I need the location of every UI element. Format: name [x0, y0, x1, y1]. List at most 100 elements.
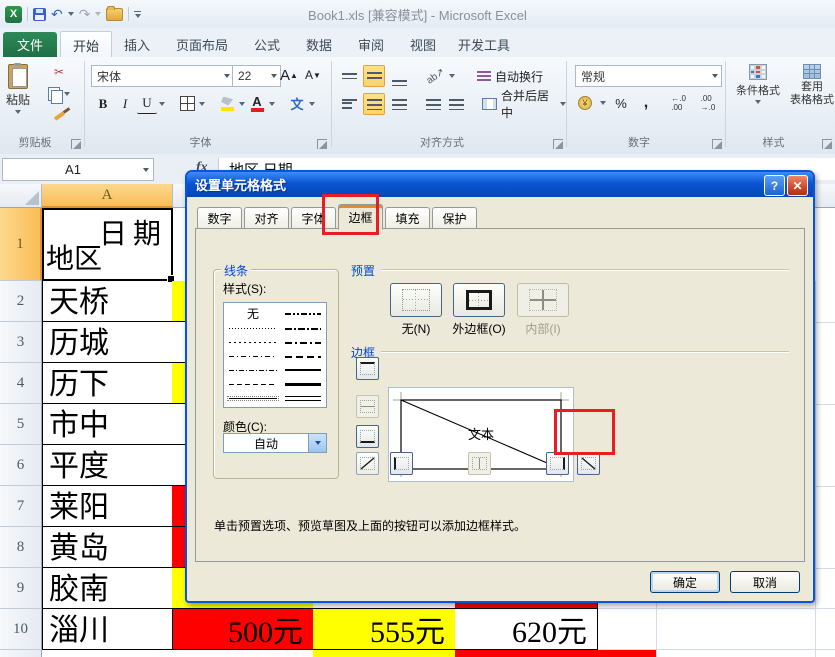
- row-header-6[interactable]: 6: [0, 445, 42, 486]
- dialog-tab-protection[interactable]: 保护: [432, 207, 477, 229]
- column-header-right[interactable]: [815, 184, 835, 208]
- ok-button[interactable]: 确定: [650, 571, 720, 593]
- dialog-close-button[interactable]: ✕: [787, 175, 808, 196]
- border-inner-horizontal-button[interactable]: [356, 395, 379, 418]
- row-header-4[interactable]: 4: [0, 363, 42, 404]
- border-diagonal-up-button[interactable]: [356, 452, 379, 475]
- phonetic-dropdown-icon[interactable]: [309, 102, 315, 106]
- line-style-fine-dotted[interactable]: [229, 322, 277, 336]
- increase-indent-button[interactable]: [447, 94, 467, 114]
- line-style-listbox[interactable]: 无: [223, 302, 327, 408]
- cell-a4[interactable]: 历下: [42, 363, 173, 404]
- line-style-dash-dot-dot-medium[interactable]: [285, 305, 321, 322]
- font-size-combo[interactable]: 22: [232, 65, 281, 87]
- cut-button[interactable]: ✂: [48, 63, 70, 81]
- cell-a1-selected[interactable]: 日期 地区: [42, 208, 173, 281]
- fill-color-button[interactable]: [217, 94, 237, 114]
- combo-arrow-icon[interactable]: [308, 434, 326, 452]
- comma-style-button[interactable]: ,: [636, 93, 656, 113]
- format-as-table-button[interactable]: 套用表格格式: [782, 60, 835, 111]
- line-style-double[interactable]: [285, 391, 321, 405]
- name-box[interactable]: A1: [2, 158, 154, 181]
- increase-decimal-button[interactable]: ←.0 .00: [671, 93, 695, 113]
- align-bottom-button[interactable]: [388, 65, 410, 87]
- line-style-solid-medium[interactable]: [285, 363, 321, 377]
- align-left-button[interactable]: [338, 93, 360, 115]
- bold-button[interactable]: B: [93, 94, 113, 114]
- decrease-decimal-button[interactable]: .00 →.0: [701, 93, 725, 113]
- ribbon-tab-insert[interactable]: 插入: [112, 31, 162, 57]
- line-style-dash-dot[interactable]: [229, 363, 277, 377]
- grow-font-button[interactable]: A▲: [279, 65, 299, 85]
- line-style-dash-dot-medium[interactable]: [285, 336, 321, 350]
- border-inner-vertical-button[interactable]: [468, 452, 491, 475]
- cell-a6[interactable]: 平度: [42, 445, 173, 486]
- dialog-tab-alignment[interactable]: 对齐: [244, 207, 289, 229]
- merge-center-button[interactable]: 合并后居中: [482, 94, 557, 114]
- underline-button[interactable]: U: [137, 93, 157, 114]
- font-color-dropdown-icon[interactable]: [269, 102, 275, 106]
- cell-a2[interactable]: 天桥: [42, 281, 173, 322]
- cell-c11[interactable]: [313, 650, 456, 657]
- row-header-1[interactable]: 1: [0, 208, 42, 281]
- borders-dropdown-icon[interactable]: [199, 102, 205, 106]
- row-header-8[interactable]: 8: [0, 527, 42, 568]
- border-top-button[interactable]: [356, 357, 379, 380]
- ribbon-tab-formulas[interactable]: 公式: [242, 31, 292, 57]
- ribbon-tab-view[interactable]: 视图: [398, 31, 448, 57]
- cell-a8[interactable]: 黄岛: [42, 527, 173, 568]
- cancel-button[interactable]: 取消: [730, 571, 800, 593]
- preset-inside-button[interactable]: [517, 283, 569, 317]
- row-header-2[interactable]: 2: [0, 281, 42, 322]
- line-style-solid-thick[interactable]: [285, 377, 321, 391]
- cell-b10[interactable]: 500元: [172, 609, 314, 650]
- cell-a3[interactable]: 历城: [42, 322, 173, 363]
- number-dialog-launcher-icon[interactable]: [712, 139, 722, 149]
- ribbon-tab-page-layout[interactable]: 页面布局: [164, 31, 240, 57]
- clipboard-dialog-launcher-icon[interactable]: [71, 139, 81, 149]
- qat-customize-icon[interactable]: [134, 11, 141, 18]
- accounting-format-button[interactable]: ¥: [575, 93, 595, 113]
- paste-button[interactable]: 粘贴: [2, 60, 34, 118]
- number-format-combo[interactable]: 常规: [575, 65, 722, 87]
- format-painter-button[interactable]: [48, 107, 70, 125]
- font-name-combo[interactable]: 宋体: [91, 65, 234, 87]
- line-style-dashed[interactable]: [229, 377, 277, 391]
- accounting-dropdown-icon[interactable]: [600, 101, 606, 105]
- ribbon-tab-review[interactable]: 审阅: [346, 31, 396, 57]
- line-style-dotted[interactable]: [229, 336, 277, 350]
- italic-button[interactable]: I: [115, 94, 135, 114]
- cell-a7[interactable]: 莱阳: [42, 486, 173, 527]
- dialog-tab-fill[interactable]: 填充: [385, 207, 430, 229]
- alignment-dialog-launcher-icon[interactable]: [553, 139, 563, 149]
- border-left-button[interactable]: [390, 452, 413, 475]
- phonetic-button[interactable]: 文: [287, 94, 307, 114]
- row-header-7[interactable]: 7: [0, 486, 42, 527]
- ribbon-tab-home[interactable]: 开始: [60, 31, 112, 58]
- row-header-9[interactable]: 9: [0, 568, 42, 609]
- borders-button[interactable]: [177, 94, 197, 114]
- select-all-corner[interactable]: [0, 184, 42, 208]
- dialog-title-bar[interactable]: 设置单元格格式: [187, 172, 813, 197]
- line-style-thin-solid-selected[interactable]: [229, 391, 277, 405]
- align-right-button[interactable]: [388, 93, 410, 115]
- font-dialog-launcher-icon[interactable]: [317, 139, 327, 149]
- line-style-slant-dash-dot[interactable]: [285, 322, 321, 336]
- align-center-button[interactable]: [363, 93, 385, 115]
- cell-a10[interactable]: 淄川: [42, 609, 173, 650]
- line-style-dashed-medium[interactable]: [285, 350, 321, 364]
- undo-icon[interactable]: ↶: [51, 7, 63, 21]
- line-style-dash-dot-sparse[interactable]: [229, 350, 277, 364]
- align-top-button[interactable]: [338, 65, 360, 87]
- cell-a9[interactable]: 胶南: [42, 568, 173, 609]
- preset-none-button[interactable]: [390, 283, 442, 317]
- cell-d10[interactable]: 620元: [455, 609, 598, 650]
- save-icon[interactable]: [33, 8, 46, 21]
- cell-a5[interactable]: 市中: [42, 404, 173, 445]
- name-box-dropdown-icon[interactable]: [143, 168, 149, 172]
- orientation-dropdown-icon[interactable]: [449, 74, 455, 78]
- ribbon-tab-developer[interactable]: 开发工具: [450, 31, 518, 57]
- align-middle-button[interactable]: [363, 65, 385, 87]
- wrap-text-button[interactable]: 自动换行: [477, 66, 543, 86]
- orientation-button[interactable]: ab↗: [426, 66, 446, 86]
